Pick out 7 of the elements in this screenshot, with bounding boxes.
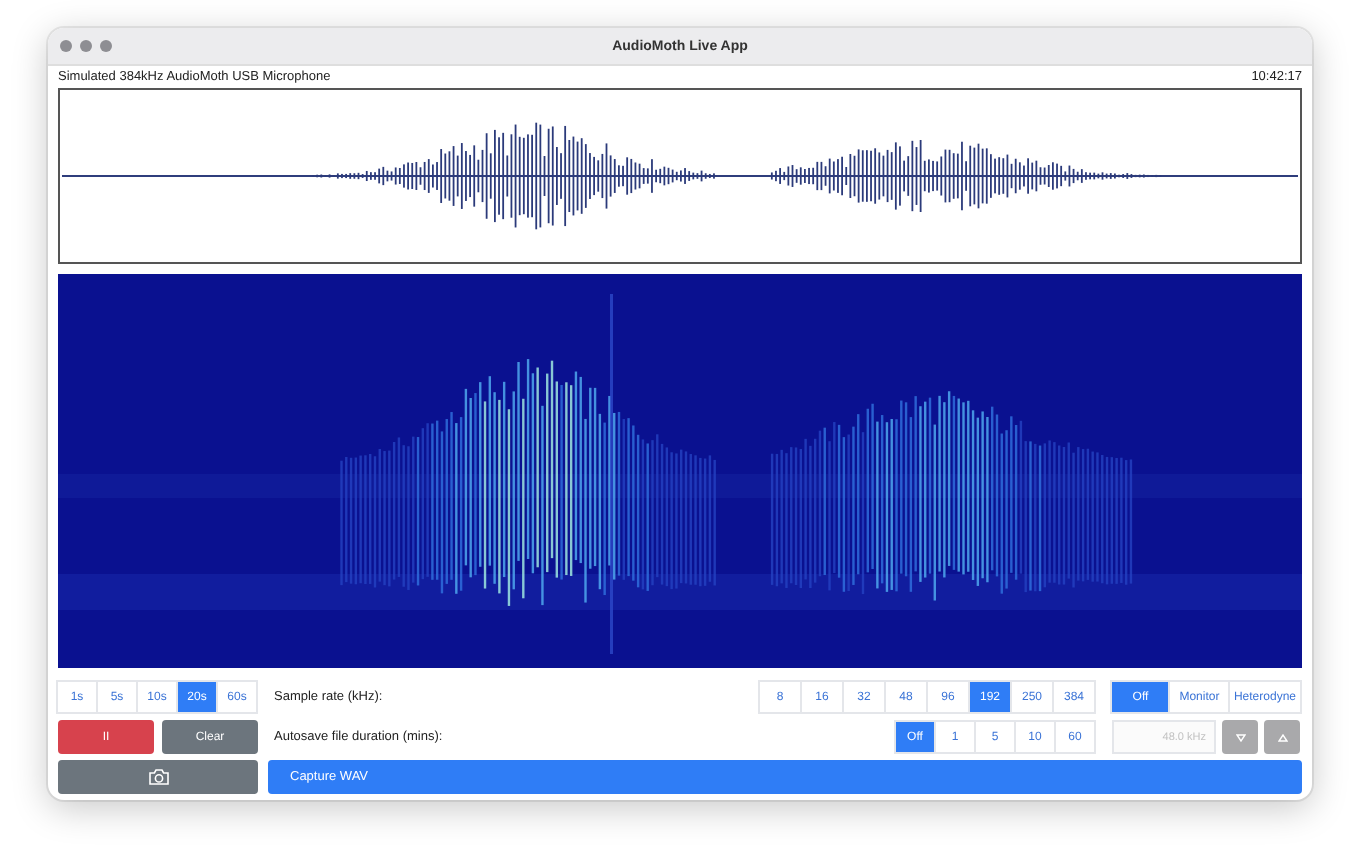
minimize-icon[interactable] [80, 40, 92, 52]
down-caret-icon [1235, 733, 1245, 741]
close-icon[interactable] [60, 40, 72, 52]
up-caret-icon [1277, 733, 1287, 741]
snapshot-button[interactable] [58, 760, 258, 794]
camera-icon [147, 768, 169, 786]
zoom-icon[interactable] [100, 40, 112, 52]
